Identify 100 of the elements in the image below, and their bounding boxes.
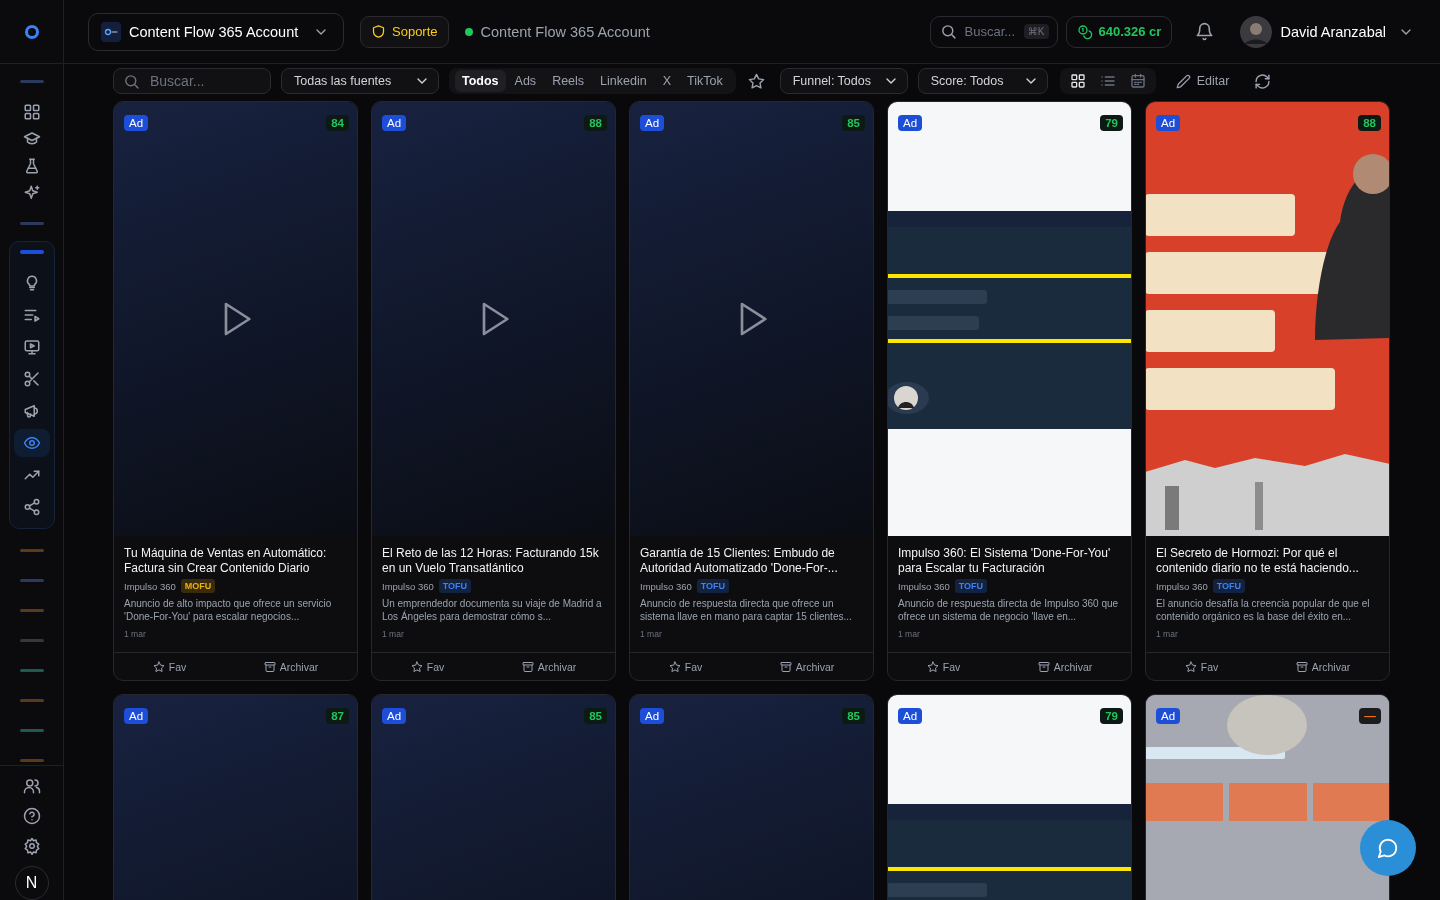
credits-button[interactable]: 640.326 cr xyxy=(1065,15,1173,48)
favorite-button[interactable]: Fav xyxy=(410,660,445,673)
filter-tab[interactable]: Reels xyxy=(545,70,592,92)
user-menu[interactable]: David Aranzabal xyxy=(1240,15,1414,48)
favorite-button[interactable]: Fav xyxy=(668,660,703,673)
section-marker[interactable] xyxy=(19,639,44,643)
list-icon xyxy=(1099,73,1116,89)
monitor-play-icon xyxy=(22,338,41,357)
video-thumbnail[interactable]: Ad 85 xyxy=(630,102,873,536)
dropdown[interactable]: Todas las fuentes xyxy=(281,68,439,94)
account-selector[interactable]: Content Flow 365 Account xyxy=(88,12,344,51)
filter-tab[interactable]: Ads xyxy=(507,70,544,92)
funnel-tag: TOFU xyxy=(696,579,730,593)
card-description: Anuncio de alto impacto que ofrece un servicio 'Done-For-You' para escalar negocios... xyxy=(124,597,333,623)
section-marker[interactable] xyxy=(19,729,44,733)
help-icon xyxy=(22,807,41,826)
filter-tab[interactable]: X xyxy=(655,70,678,92)
user-avatar[interactable]: N xyxy=(14,866,49,900)
funnel-tag: MOFU xyxy=(180,579,216,593)
funnel-tag: TOFU xyxy=(1212,579,1246,593)
archive-icon xyxy=(779,660,792,673)
favorite-button[interactable]: Fav xyxy=(926,660,961,673)
section-marker[interactable] xyxy=(19,579,44,583)
archive-icon xyxy=(521,660,534,673)
score-badge: 88 xyxy=(584,115,607,131)
section-marker[interactable] xyxy=(19,669,44,673)
support-button[interactable]: Soporte xyxy=(360,15,449,48)
card-description: Un emprendedor documenta su viaje de Madrid a Los Ángeles para demostrar cómo s... xyxy=(382,597,603,623)
ad-badge: Ad xyxy=(640,115,665,131)
video-thumbnail[interactable]: Ad 87 xyxy=(114,695,357,900)
calendar-icon xyxy=(1129,73,1146,89)
content-card[interactable]: Ad 88 El Reto de las 12 Horas: Facturando 15k en un Vuelo Transatlántico Impulso 360 TOFU Un emprendedor documenta su viaje de Madrid a Los Ángeles para demostrar cómo s... 1 mar Fav Archivar xyxy=(371,101,616,681)
funnel-tag: TOFU xyxy=(438,579,472,593)
source-name: Impulso 360 xyxy=(382,580,434,592)
archive-button[interactable]: Archivar xyxy=(521,660,577,673)
filter-tab[interactable]: Linkedin xyxy=(593,70,654,92)
shortcut-key: ⌘K xyxy=(1023,23,1049,39)
archive-button[interactable]: Archivar xyxy=(263,660,319,673)
ad-badge: Ad xyxy=(382,708,407,724)
star-icon xyxy=(410,660,423,673)
section-marker[interactable] xyxy=(19,549,44,553)
section-marker[interactable] xyxy=(19,609,44,613)
ad-badge: Ad xyxy=(1156,115,1181,131)
scissors-icon xyxy=(22,370,41,389)
logo-icon xyxy=(23,23,40,40)
card-date: 1 mar xyxy=(640,629,663,639)
filter-tab[interactable]: Todos xyxy=(455,70,506,92)
workspace-name: Content Flow 365 Account xyxy=(480,23,650,40)
search-icon xyxy=(939,22,957,40)
video-thumbnail[interactable]: Ad 84 xyxy=(114,102,357,536)
favorite-button[interactable]: Fav xyxy=(1184,660,1219,673)
ad-badge: Ad xyxy=(640,708,665,724)
edit-button[interactable]: Editar xyxy=(1175,68,1230,94)
section-marker[interactable] xyxy=(19,699,44,703)
video-thumbnail[interactable]: Ad 85 xyxy=(372,695,615,900)
score-badge: 88 xyxy=(1358,115,1381,131)
card-date: 1 mar xyxy=(1156,629,1179,639)
chat-button[interactable] xyxy=(1360,820,1416,876)
filter-tab[interactable]: TikTok xyxy=(680,70,730,92)
section-marker[interactable] xyxy=(19,759,44,763)
share-icon xyxy=(22,498,41,517)
avatar xyxy=(1240,15,1273,48)
video-thumbnail[interactable]: Ad 85 xyxy=(630,695,873,900)
archive-button[interactable]: Archivar xyxy=(1295,660,1351,673)
score-badge: 85 xyxy=(842,708,865,724)
card-title: Tu Máquina de Ventas en Automático: Factura sin Crear Contenido Diario xyxy=(124,546,328,576)
card-title: El Secreto de Hormozi: Por qué el contenido diario no te está haciendo... xyxy=(1156,546,1360,576)
refresh-icon xyxy=(1253,72,1271,90)
archive-icon xyxy=(1037,660,1050,673)
bell-icon xyxy=(1194,22,1214,41)
shield-icon xyxy=(371,24,386,39)
video-thumbnail[interactable]: Ad 88 xyxy=(372,102,615,536)
score-badge: 85 xyxy=(584,708,607,724)
content-card[interactable] xyxy=(1145,101,1390,681)
star-icon xyxy=(152,660,165,673)
ad-badge: Ad xyxy=(898,708,923,724)
ad-badge: Ad xyxy=(898,115,923,131)
megaphone-icon xyxy=(22,402,41,421)
card-title: Garantía de 15 Clientes: Embudo de Autoridad Automatizado 'Done-For-... xyxy=(640,546,839,576)
nav-eye-button[interactable] xyxy=(13,429,50,458)
ad-badge: Ad xyxy=(382,115,407,131)
score-badge: — xyxy=(1359,708,1381,724)
account-logo-icon xyxy=(101,21,121,42)
score-badge: 84 xyxy=(326,115,349,131)
archive-button[interactable]: Archivar xyxy=(779,660,835,673)
score-badge: 85 xyxy=(842,115,865,131)
search-field[interactable]: Buscar... xyxy=(113,68,271,94)
chat-icon xyxy=(1377,837,1399,859)
card-description: Anuncio de respuesta directa que ofrece un sistema llave en mano para captar 15 clientes... xyxy=(640,597,853,623)
dropdown[interactable]: Score: Todos xyxy=(917,68,1048,94)
archive-icon xyxy=(263,660,276,673)
star-icon xyxy=(668,660,681,673)
card-description: El anuncio desafía la creencia popular de que el contenido orgánico es la base del éxito en... xyxy=(1156,597,1371,623)
archive-button[interactable]: Archivar xyxy=(1037,660,1093,673)
content-card[interactable]: Ad 84 Tu Máquina de Ventas en Automático: Factura sin Crear Contenido Diario Impulso 360 MOFU Anuncio de alto impacto que ofrece un servicio 'Done-For-You' para escalar negocios... 1 mar Fav Archivar xyxy=(113,101,358,681)
content-card[interactable]: Ad 79 Impulso 360: El Sistema 'Done-For-You' para Escalar tu Facturación Impulso 360 TOFU Anuncio de respuesta directa de Impulso 360 que ofrece un sistema de negocio 'llave en... 1 mar Fav Archivar xyxy=(887,101,1132,681)
star-icon xyxy=(1184,660,1197,673)
dropdown[interactable]: Funnel: Todos xyxy=(779,68,908,94)
favorite-button[interactable]: Fav xyxy=(152,660,187,673)
star-icon xyxy=(748,72,766,90)
